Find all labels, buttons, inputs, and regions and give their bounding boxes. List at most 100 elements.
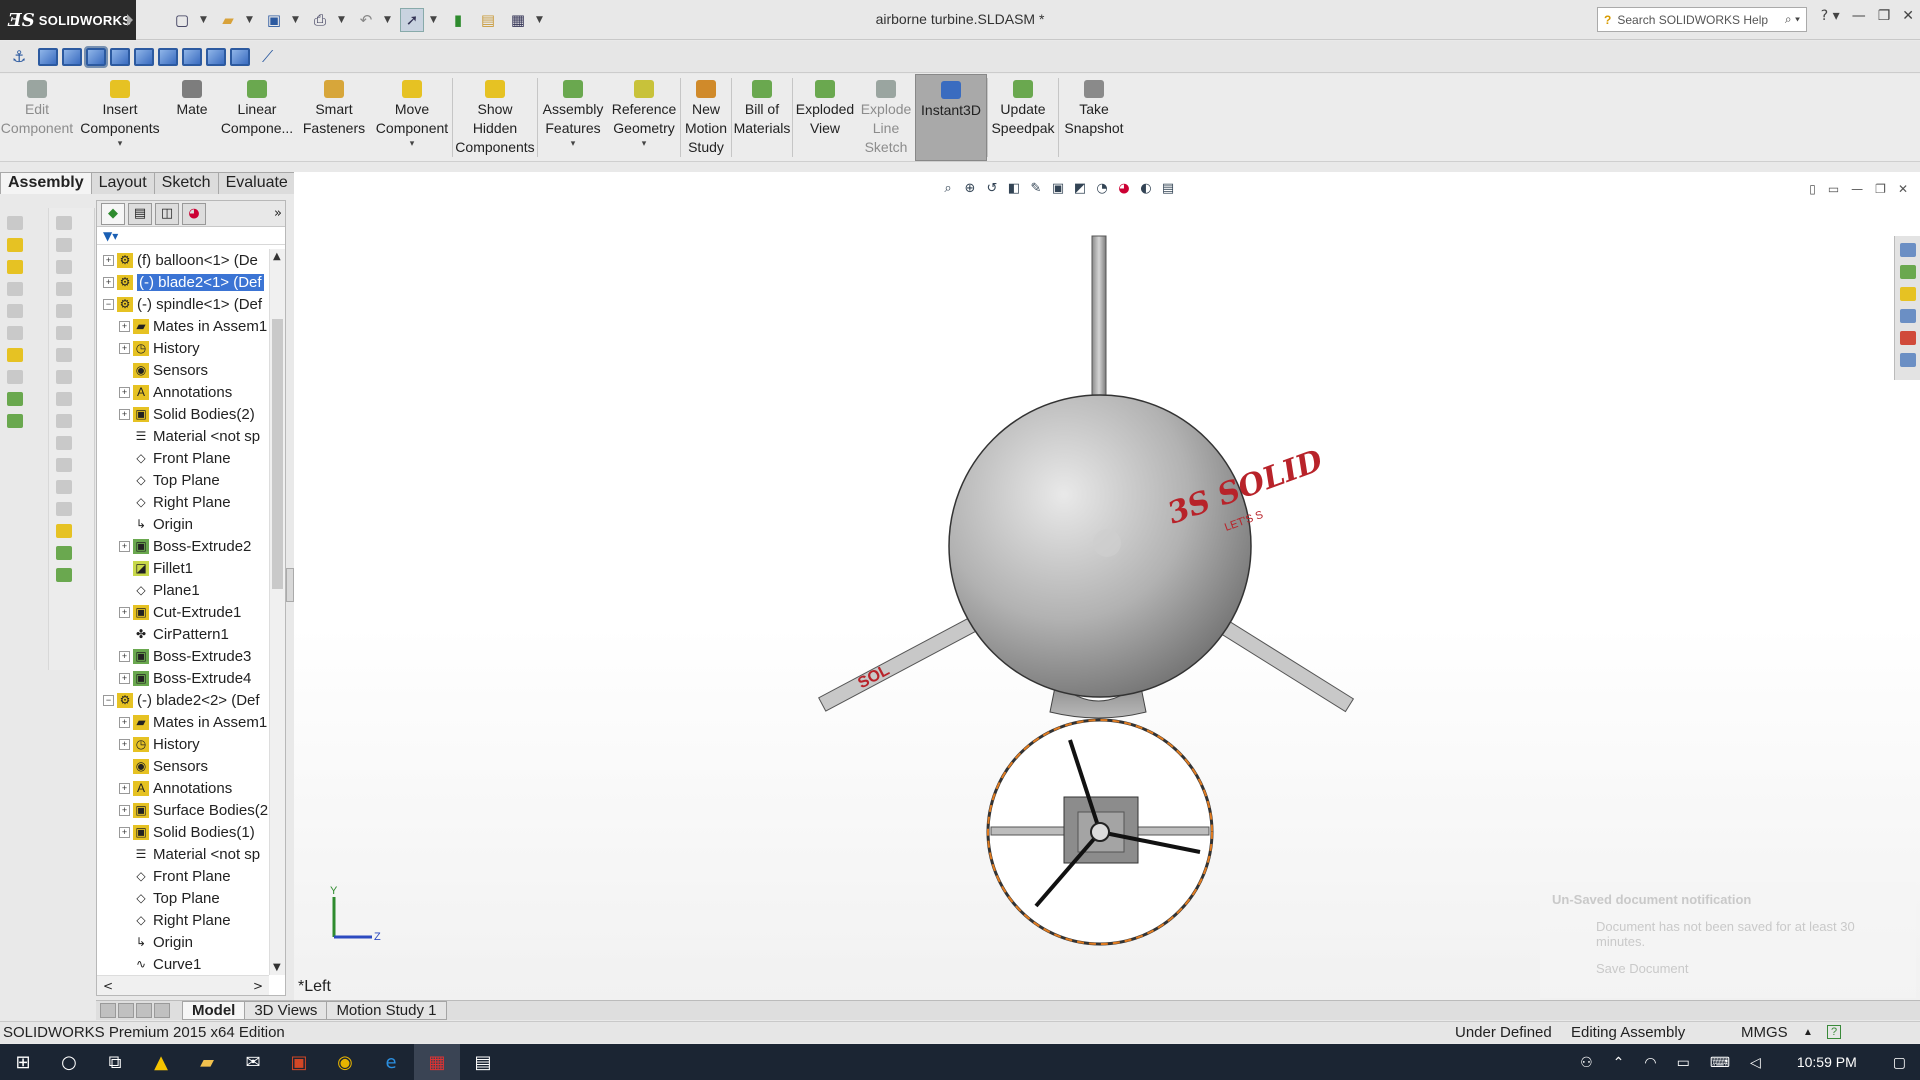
tree-filter[interactable]: ▼▾	[97, 227, 285, 245]
viewport-tile-icon[interactable]: ▭	[1828, 182, 1839, 196]
tree-row[interactable]: + A Annotations	[97, 777, 269, 799]
windows-start-icon[interactable]: ⊞	[0, 1044, 46, 1080]
units-selector[interactable]: MMGS	[1741, 1022, 1788, 1043]
undo-icon[interactable]: ↶	[354, 8, 378, 32]
save-dropdown-icon[interactable]: ▼	[292, 15, 302, 25]
file-explorer-taskbar-icon[interactable]: ▰	[184, 1044, 230, 1080]
units-dropdown-icon[interactable]: ▲	[1803, 1022, 1813, 1043]
mate-button[interactable]: Mate	[166, 74, 218, 161]
tab-layout[interactable]: Layout	[90, 172, 155, 194]
save-icon[interactable]: ▣	[262, 8, 286, 32]
expand-icon[interactable]: +	[103, 254, 114, 266]
explode-line-sketch-button[interactable]: Explode Line Sketch	[857, 74, 915, 161]
sketch-tool-9-icon[interactable]	[56, 392, 72, 406]
sketch-tool-11-icon[interactable]	[56, 436, 72, 450]
bill-of-materials-button[interactable]: Bill of Materials	[732, 74, 792, 161]
tray-expand-icon[interactable]: ⌃	[1613, 1054, 1625, 1071]
expand-icon[interactable]: +	[119, 738, 130, 750]
print-icon[interactable]: ⎙	[308, 8, 332, 32]
take-snapshot-button[interactable]: Take Snapshot	[1059, 74, 1129, 161]
tree-row[interactable]: ◪ Fillet1	[97, 557, 269, 579]
view-top-icon[interactable]	[134, 47, 154, 66]
tree-row[interactable]: ◇ Top Plane	[97, 469, 269, 491]
anchor-icon[interactable]: ⚓	[12, 47, 34, 66]
view-front-icon[interactable]	[38, 47, 58, 66]
scroll-left-icon[interactable]: <	[103, 979, 113, 993]
display-style-icon[interactable]: ◩	[1072, 180, 1088, 196]
keyboard-icon[interactable]: ⌨	[1710, 1054, 1730, 1071]
task-view-icon[interactable]: ⧉	[92, 1044, 138, 1080]
tree-row[interactable]: ◉ Sensors	[97, 359, 269, 381]
taskbar-clock[interactable]: 10:59 PM	[1797, 1054, 1857, 1070]
viewport-split-icon[interactable]: ▯	[1809, 182, 1816, 196]
close-icon[interactable]: ✕	[1902, 8, 1914, 24]
linear-component-button[interactable]: Linear Compone...	[218, 74, 296, 161]
prev-tab-icon[interactable]	[118, 1003, 134, 1018]
viewport-restore-icon[interactable]: ❐	[1875, 182, 1886, 196]
tree-row[interactable]: + ▣ Boss-Extrude3	[97, 645, 269, 667]
scroll-down-icon[interactable]: ▼	[273, 962, 281, 973]
configuration-manager-tab-icon[interactable]: ◫	[155, 202, 179, 225]
model-viewport[interactable]: SOL 3S SOLID LET'S S Y Z	[294, 172, 1920, 1000]
scroll-up-icon[interactable]: ▲	[273, 251, 281, 262]
solidworks-menu-button[interactable]: ƎS SOLIDWORKS	[0, 0, 136, 40]
filter-icon[interactable]: ▼▾	[103, 229, 118, 243]
blade-top[interactable]	[1091, 235, 1107, 413]
print-dropdown-icon[interactable]: ▼	[338, 15, 348, 25]
cortana-search-icon[interactable]: ○	[46, 1044, 92, 1080]
section-view-icon[interactable]: ◧	[1006, 180, 1022, 196]
tree-row[interactable]: ↳ Origin	[97, 513, 269, 535]
sketch-tool-16-icon[interactable]	[56, 546, 72, 560]
panel-splitter[interactable]	[286, 568, 294, 602]
tree-row[interactable]: − ⚙ (-) blade2<2> (Def	[97, 689, 269, 711]
tree-row[interactable]: + ▣ Surface Bodies(2	[97, 799, 269, 821]
sketch-tool-12-icon[interactable]	[56, 458, 72, 472]
search-magnifier-icon[interactable]: ⌕ ▾	[1785, 12, 1800, 27]
show-hidden-components-button[interactable]: Show Hidden Components	[453, 74, 537, 161]
tree-row[interactable]: + ⚙ (-) blade2<1> (Def	[97, 271, 269, 293]
instant3d-button[interactable]: Instant3D	[915, 74, 987, 161]
last-tab-icon[interactable]	[154, 1003, 170, 1018]
bottom-tab-motion-study-1[interactable]: Motion Study 1	[326, 1001, 447, 1020]
powerpoint-icon[interactable]: ▣	[276, 1044, 322, 1080]
tree-row[interactable]: ☰ Material <not sp	[97, 425, 269, 447]
sketch-tool-6-icon[interactable]	[56, 326, 72, 340]
reference-geometry-dropdown-icon[interactable]: ▾	[642, 138, 647, 148]
app-icon-a[interactable]: ▲	[138, 1044, 184, 1080]
normal-to-icon[interactable]: ⟋	[262, 47, 273, 67]
open-dropdown-icon[interactable]: ▼	[246, 15, 256, 25]
chrome-icon[interactable]: ◉	[322, 1044, 368, 1080]
file-properties-icon[interactable]: ▤	[476, 8, 500, 32]
view-right-icon[interactable]	[110, 47, 130, 66]
tool-icon-4[interactable]	[7, 282, 23, 296]
exploded-view-button[interactable]: Exploded View	[793, 74, 857, 161]
assembly-features-dropdown-icon[interactable]: ▾	[571, 138, 576, 148]
solidworks-resources-icon[interactable]	[1900, 243, 1916, 257]
insert-components-button[interactable]: Insert Components ▾	[74, 74, 166, 161]
expand-icon[interactable]: +	[103, 276, 114, 288]
viewport-minimize-icon[interactable]: —	[1851, 182, 1863, 196]
rebuild-icon[interactable]: ▮	[446, 8, 470, 32]
sketch-tool-4-icon[interactable]	[56, 282, 72, 296]
view-settings-icon[interactable]: ▤	[1160, 180, 1176, 196]
move-component-button[interactable]: Move Component ▾	[372, 74, 452, 161]
expand-icon[interactable]: +	[119, 672, 130, 684]
tree-row[interactable]: ◉ Sensors	[97, 755, 269, 777]
tree-row[interactable]: ∿ Curve1	[97, 953, 269, 975]
blade-right[interactable]	[1209, 613, 1355, 713]
tool-icon-1[interactable]	[7, 216, 23, 230]
tool-icon-9[interactable]	[7, 392, 23, 406]
volume-icon[interactable]: ◁	[1750, 1054, 1761, 1071]
property-manager-tab-icon[interactable]: ▤	[128, 202, 152, 225]
view-isometric-icon[interactable]	[182, 47, 202, 66]
options-dropdown-icon[interactable]: ▼	[536, 15, 546, 25]
action-center-icon[interactable]: ▢	[1893, 1054, 1906, 1071]
select-pointer-icon[interactable]: ➚	[400, 8, 424, 32]
tool-icon-8[interactable]	[7, 370, 23, 384]
view-left-icon[interactable]	[84, 45, 108, 68]
tool-icon-10[interactable]	[7, 414, 23, 428]
viewport-close-icon[interactable]: ✕	[1898, 182, 1908, 196]
tree-horizontal-scrollbar[interactable]: < >	[97, 975, 269, 995]
minimize-icon[interactable]: —	[1852, 8, 1866, 24]
people-icon[interactable]: ⚇	[1580, 1054, 1593, 1071]
